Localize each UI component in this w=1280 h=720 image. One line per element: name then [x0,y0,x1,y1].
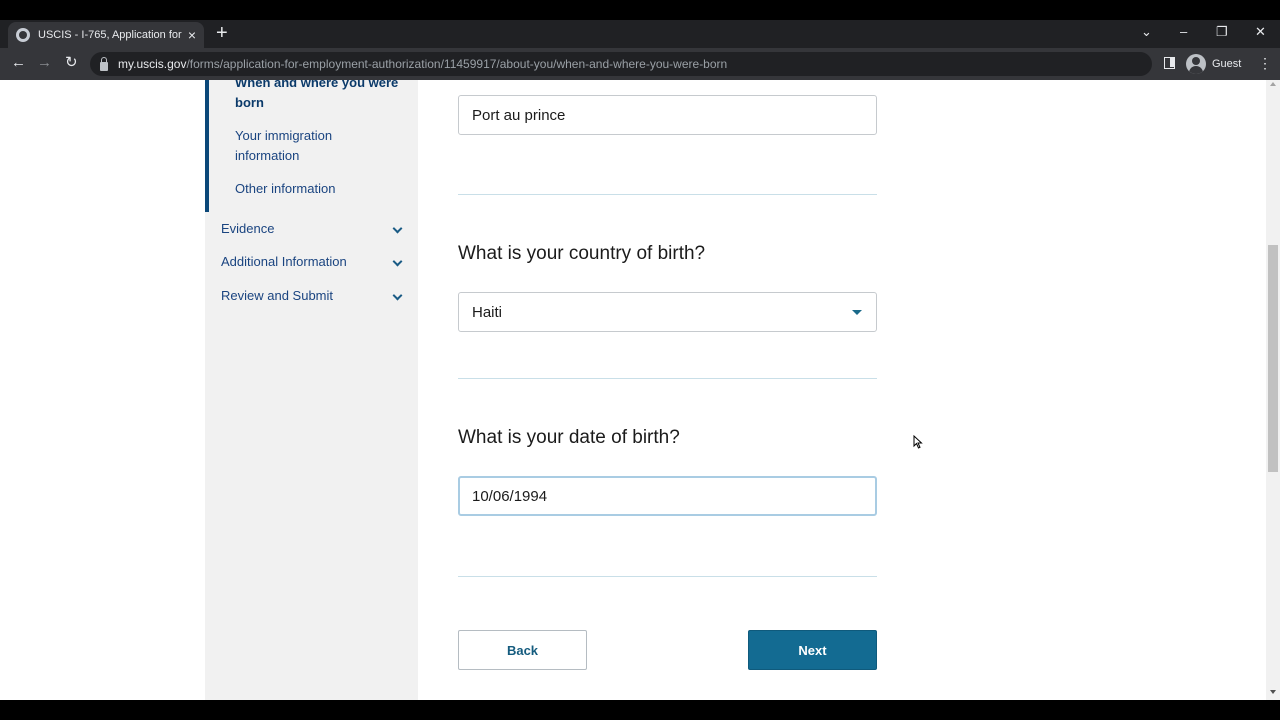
back-arrow-icon[interactable]: ← [11,54,26,72]
page-scrollbar[interactable] [1266,80,1280,700]
restore-icon[interactable]: ❐ [1216,24,1228,40]
subnav-item-other-info[interactable]: Other information [235,179,405,199]
chevron-down-icon [392,223,403,234]
nav-section-review-and-submit[interactable]: Review and Submit [221,286,403,306]
close-window-icon[interactable]: ✕ [1255,24,1266,40]
tab-search-icon[interactable]: ⌄ [1141,24,1152,40]
browser-toolbar: ← → ↻ my.uscis.gov/forms/application-for… [0,48,1280,80]
back-button[interactable]: Back [458,630,587,670]
next-button[interactable]: Next [748,630,877,670]
scroll-up-arrow-icon[interactable] [1270,82,1276,86]
minimize-icon[interactable]: – [1180,24,1187,39]
about-you-subnav: When and where you were born Your immigr… [205,80,418,212]
tab-title: USCIS - I-765, Application for Em [38,29,182,41]
lock-icon[interactable] [100,56,108,71]
browser-menu-icon[interactable]: ⋮ [1258,54,1272,72]
form-sidebar: When and where you were born Your immigr… [205,80,418,700]
forward-arrow-icon[interactable]: → [37,54,52,72]
tab-strip: USCIS - I-765, Application for Em × + ⌄ … [0,20,1280,48]
profile-label: Guest [1212,58,1242,70]
nav-section-evidence[interactable]: Evidence [221,219,403,239]
url-path: /forms/application-for-employment-author… [186,57,728,71]
subnav-item-immigration-info[interactable]: Your immigration information [235,126,355,166]
scroll-down-arrow-icon[interactable] [1270,690,1276,694]
caret-down-icon [852,310,862,315]
city-of-birth-input[interactable] [458,95,877,135]
scroll-thumb[interactable] [1268,245,1278,472]
url-text: my.uscis.gov/forms/application-for-emplo… [118,57,727,71]
date-of-birth-question: What is your date of birth? [458,427,680,448]
section-divider [458,378,877,379]
chevron-down-icon [392,290,403,301]
top-black-bar [0,0,1280,20]
page-viewport: When and where you were born Your immigr… [0,80,1266,700]
uscis-favicon-icon [16,28,30,42]
profile-button[interactable]: Guest [1186,53,1241,75]
browser-window: USCIS - I-765, Application for Em × + ⌄ … [0,0,1280,720]
address-bar[interactable]: my.uscis.gov/forms/application-for-emplo… [90,52,1152,76]
nav-section-label: Evidence [221,221,275,236]
new-tab-button[interactable]: + [216,23,228,43]
section-divider [458,576,877,577]
url-host: my.uscis.gov [118,57,187,71]
nav-section-label: Review and Submit [221,288,333,303]
nav-section-label: Additional Information [221,254,347,269]
section-divider [458,194,877,195]
nav-section-additional-information[interactable]: Additional Information [221,252,403,272]
subnav-item-when-where-born[interactable]: When and where you were born [235,80,405,113]
chevron-down-icon [392,256,403,267]
date-of-birth-input[interactable] [458,476,877,516]
country-of-birth-question: What is your country of birth? [458,243,706,264]
browser-tab-active[interactable]: USCIS - I-765, Application for Em × [8,22,204,48]
avatar-icon [1186,54,1206,74]
bottom-black-bar [0,700,1280,720]
reload-icon[interactable]: ↻ [65,54,78,72]
country-selected-value: Haiti [472,303,503,321]
country-of-birth-select[interactable]: Haiti [458,292,877,332]
side-panel-icon[interactable] [1164,57,1175,69]
tab-close-icon[interactable]: × [188,27,196,43]
